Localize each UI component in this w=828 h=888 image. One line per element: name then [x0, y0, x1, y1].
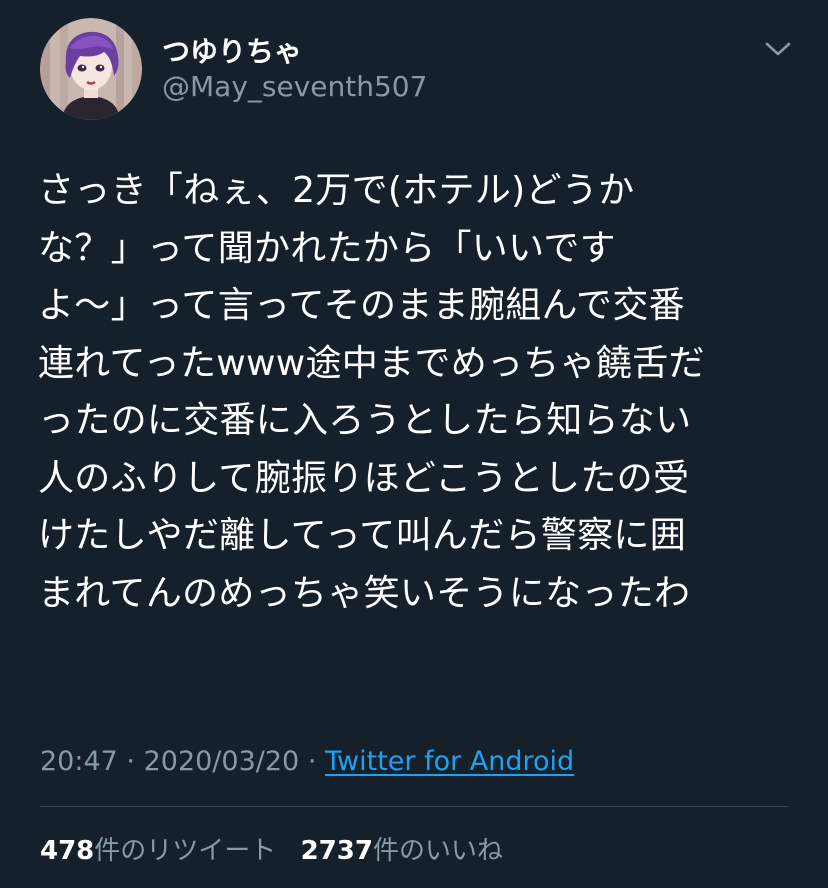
- user-handle[interactable]: @May_seventh507: [162, 70, 427, 103]
- tweet-text-line: さっき「ねぇ、2万で(ホテル)どうか: [38, 170, 635, 211]
- tweet-time: 20:47: [40, 746, 118, 777]
- tweet-source-link[interactable]: Twitter for Android: [325, 746, 574, 777]
- avatar-image: [40, 18, 142, 120]
- tweet-metadata: 20:47 · 2020/03/20 · Twitter for Android: [40, 746, 574, 777]
- tweet-detail: つゆりちゃ @May_seventh507 さっき「ねぇ、2万で(ホテル)どうか…: [0, 0, 828, 888]
- likes-count: 2737: [300, 836, 373, 866]
- tweet-text-line: 連れてったwww途中までめっちゃ饒舌だ: [38, 342, 705, 384]
- tweet-text-line: ったのに交番に入ろうとしたら知らない: [38, 400, 692, 441]
- tweet-text-line: 人のふりして腕振りほどこうとしたの受: [38, 457, 690, 499]
- retweets-stat[interactable]: 478件のリツイート: [40, 830, 276, 867]
- avatar[interactable]: [40, 18, 142, 120]
- meta-separator: ·: [126, 746, 135, 777]
- likes-stat[interactable]: 2737件のいいね: [301, 830, 503, 867]
- tweet-text-line: まれてんのめっちゃ笑いそうになったわ: [38, 572, 691, 614]
- tweet-text: さっき「ねぇ、2万で(ホテル)どうか な？」って聞かれたから「いいです よ〜」っ…: [38, 162, 798, 622]
- retweets-count: 478: [40, 836, 95, 866]
- tweet-text-line: よ〜」って言ってそのまま腕組んで交番: [38, 285, 685, 326]
- tweet-date: 2020/03/20: [143, 746, 300, 777]
- likes-label: 件のいいね: [372, 836, 503, 866]
- retweets-label: 件のリツイート: [94, 836, 277, 866]
- tweet-text-line: けたしやだ離してって叫んだら警察に囲: [38, 515, 686, 556]
- tweet-text-line: な？」って聞かれたから「いいです: [38, 227, 616, 269]
- engagement-stats: 478件のリツイート 2737件のいいね: [40, 830, 503, 867]
- chevron-down-icon[interactable]: [764, 38, 792, 60]
- meta-separator: ·: [307, 746, 317, 777]
- divider: [40, 806, 788, 807]
- display-name[interactable]: つゆりちゃ: [162, 30, 302, 70]
